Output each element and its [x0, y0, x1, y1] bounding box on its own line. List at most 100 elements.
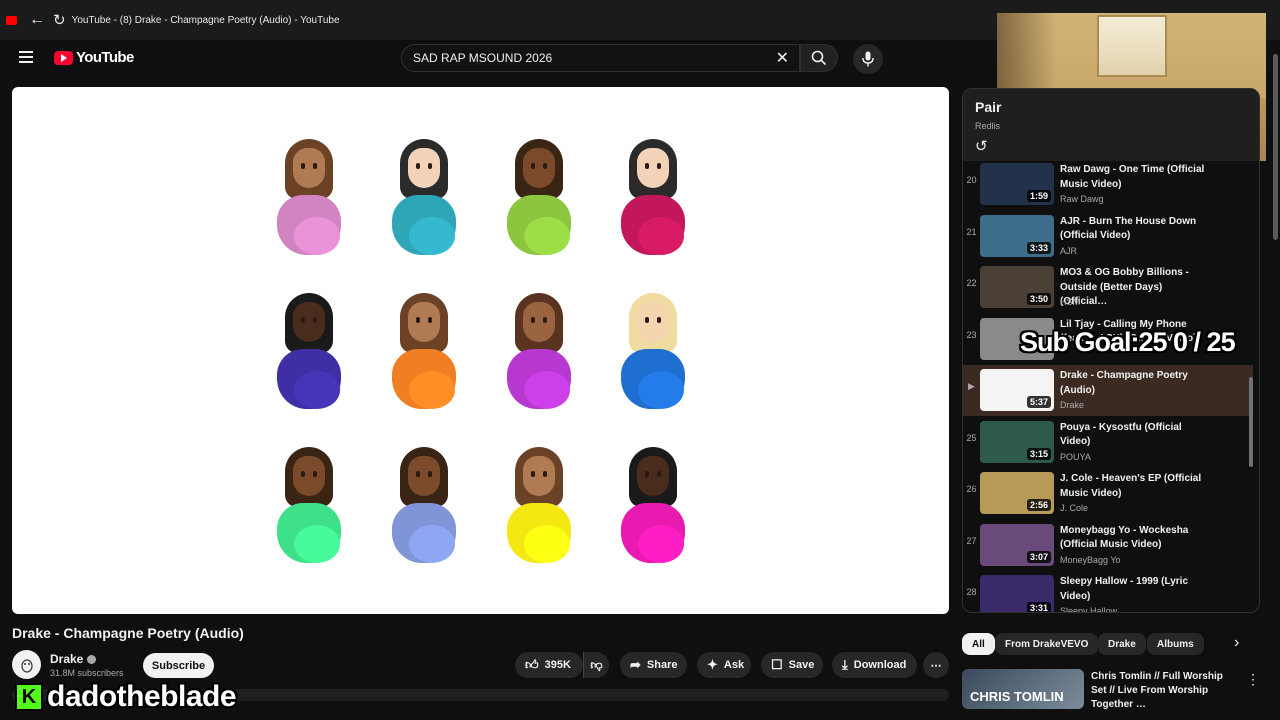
playlist-item-channel: Sleepy Hallow — [1060, 606, 1118, 613]
video-player[interactable] — [12, 87, 949, 614]
playlist-item-channel: Raw Dawg — [1060, 194, 1104, 204]
save-button[interactable]: ☐ Save — [761, 652, 823, 678]
chip-albums[interactable]: Albums — [1147, 633, 1204, 655]
save-label: Save — [788, 659, 815, 671]
playlist-item-title[interactable]: MO3 & OG Bobby Billions - Outside (Bette… — [1060, 266, 1210, 310]
reload-icon[interactable]: ↻ — [53, 11, 66, 29]
search-icon — [811, 50, 827, 66]
youtube-logo[interactable]: YouTube — [54, 49, 134, 66]
share-icon: ➦ — [630, 657, 641, 672]
duration-badge: 3:50 — [1026, 293, 1051, 305]
channel-name[interactable]: Drake — [50, 652, 97, 666]
playlist-item-channel: AJR — [1060, 245, 1078, 256]
playlist-item[interactable]: 27 3:07 Moneybagg Yo - Wockesha (Official … — [963, 520, 1253, 571]
playlist-item[interactable]: 21 3:33 AJR - Burn The House Down (Officia… — [963, 211, 1253, 262]
more-actions-button[interactable]: ⋯ — [923, 652, 949, 678]
pregnant-woman-emoji — [389, 139, 459, 257]
like-button[interactable]: 👍︎ 395K — [515, 652, 583, 678]
ask-label: Ask — [723, 659, 745, 671]
playlist-thumbnail[interactable]: 3:33 — [980, 214, 1054, 257]
logo-text: YouTube — [76, 49, 134, 66]
chip-all[interactable]: All — [962, 633, 995, 655]
channel-avatar[interactable] — [12, 650, 41, 679]
pregnant-woman-emoji — [618, 139, 688, 257]
download-button[interactable]: ⤓ Download — [832, 652, 917, 678]
channel-name-text[interactable]: Drake — [50, 652, 83, 666]
dislike-button[interactable]: 👎︎ — [583, 652, 609, 678]
playlist-scrollbar[interactable] — [1249, 377, 1253, 467]
playlist-item-channel: MoneyBagg Yo — [1060, 554, 1121, 565]
search-input[interactable]: SAD RAP MSOUND 2026 — [413, 51, 776, 65]
search-button[interactable] — [800, 44, 838, 72]
now-playing-icon: ▶ — [968, 381, 975, 391]
playlist-index: 23 — [966, 329, 977, 340]
playlist-item-title[interactable]: J. Cole - Heaven's EP (Official Music Vi… — [1060, 472, 1210, 501]
playlist-item-title[interactable]: Moneybagg Yo - Wockesha (Official Music … — [1060, 524, 1210, 553]
chip-drake[interactable]: Drake — [1098, 633, 1146, 655]
duration-badge: 2:56 — [1026, 499, 1051, 511]
playlist-item-title[interactable]: Sleepy Hallow - 1999 (Lyric Video) — [1060, 575, 1210, 604]
playlist-thumbnail[interactable]: 5:37 — [980, 369, 1054, 411]
more-options-icon[interactable]: ⋮ — [1246, 671, 1260, 688]
playlist-index: 27 — [966, 535, 977, 546]
voice-search-button[interactable] — [853, 44, 883, 74]
duration-badge: 3:31 — [1026, 602, 1051, 612]
page-scrollbar[interactable] — [1272, 40, 1280, 720]
playlist-item[interactable]: 26 2:56 J. Cole - Heaven's EP (Official Mu… — [963, 468, 1253, 519]
thumbs-up-icon: 👍︎ — [525, 657, 539, 672]
menu-icon[interactable] — [19, 51, 33, 63]
subscriber-count: 31.8M subscribers — [50, 668, 124, 678]
playlist-item[interactable]: ▶ 5:37 Drake - Champagne Poetry (Audio) Dra… — [963, 365, 1253, 416]
loop-icon[interactable]: ↺ — [975, 137, 988, 155]
owl-icon — [20, 658, 33, 673]
share-label: Share — [646, 659, 678, 671]
playlist-item-title[interactable]: Pouya - Kysostfu (Official Video) — [1060, 421, 1210, 450]
playlist-thumbnail[interactable]: 2:56 — [980, 472, 1054, 514]
playlist-item-title[interactable]: AJR - Burn The House Down (Official Vide… — [1060, 215, 1210, 244]
playlist-item-channel: Drake — [1060, 400, 1085, 410]
pregnant-woman-emoji — [618, 293, 688, 411]
recommendation-thumb-text: CHRIS TOMLIN — [970, 689, 1064, 704]
pregnant-woman-emoji — [274, 139, 344, 257]
streamer-watermark: K dadotheblade — [15, 679, 238, 714]
chip-from-drakevevo[interactable]: From DrakeVEVO — [995, 633, 1099, 655]
playlist-item-title[interactable]: Raw Dawg - One Time (Official Music Vide… — [1060, 163, 1210, 192]
duration-badge: 3:15 — [1026, 447, 1051, 460]
kick-logo-icon: K — [15, 683, 43, 711]
recommendation-thumbnail[interactable]: CHRIS TOMLIN — [962, 669, 1084, 709]
playlist-item-title[interactable]: Drake - Champagne Poetry (Audio) — [1060, 369, 1210, 398]
playlist-thumbnail[interactable]: 3:15 — [980, 420, 1054, 463]
playlist-thumbnail[interactable]: 3:31 — [980, 575, 1054, 612]
playlist-item[interactable]: 28 3:31 Sleepy Hallow - 1999 (Lyric Video)… — [963, 571, 1253, 613]
playlist-thumbnail[interactable]: 3:07 — [980, 523, 1054, 566]
share-button[interactable]: ➦ Share — [620, 652, 687, 678]
playlist-item[interactable]: 22 3:50 MO3 & OG Bobby Billions - Outside … — [963, 262, 1253, 313]
youtube-play-icon — [54, 50, 73, 65]
playlist-index: 28 — [966, 587, 977, 597]
duration-badge: 3:33 — [1026, 241, 1051, 254]
sub-goal-overlay: Sub Goal:25 0 / 25 — [1020, 327, 1236, 357]
playlist-thumbnail[interactable]: 1:59 — [980, 163, 1054, 205]
duration-badge: 5:37 — [1026, 396, 1051, 408]
youtube-favicon-icon — [6, 15, 17, 25]
video-title: Drake - Champagne Poetry (Audio) — [12, 625, 244, 641]
pregnant-woman-emoji — [504, 293, 574, 411]
playlist-item[interactable]: 25 3:15 Pouya - Kysostfu (Official Video) P… — [963, 417, 1253, 468]
bookmark-icon: ☐ — [771, 657, 783, 672]
search-box[interactable]: SAD RAP MSOUND 2026 ✕ — [401, 44, 800, 72]
pregnant-woman-emoji — [504, 447, 574, 565]
playlist-header: Pair Redlis ↺ — [963, 89, 1259, 161]
playlist-title[interactable]: Pair — [975, 99, 1001, 115]
playlist-item-channel: POUYA — [1060, 451, 1091, 462]
playlist-item[interactable]: 20 1:59 Raw Dawg - One Time (Official Musi… — [963, 159, 1253, 210]
playlist-thumbnail[interactable]: 3:50 — [980, 266, 1054, 308]
subscribe-button[interactable]: Subscribe — [143, 653, 214, 678]
playlist-subtitle: Redlis — [975, 121, 1001, 131]
chevron-right-icon[interactable]: › — [1234, 634, 1239, 652]
ask-button[interactable]: ✦ Ask — [697, 652, 751, 678]
clear-search-icon[interactable]: ✕ — [776, 48, 789, 68]
microphone-icon — [862, 51, 874, 67]
playlist-index: 20 — [966, 175, 977, 185]
recommendation-title[interactable]: Chris Tomlin // Full Worship Set // Live… — [1091, 670, 1241, 712]
back-arrow-icon[interactable]: ← — [29, 11, 45, 29]
